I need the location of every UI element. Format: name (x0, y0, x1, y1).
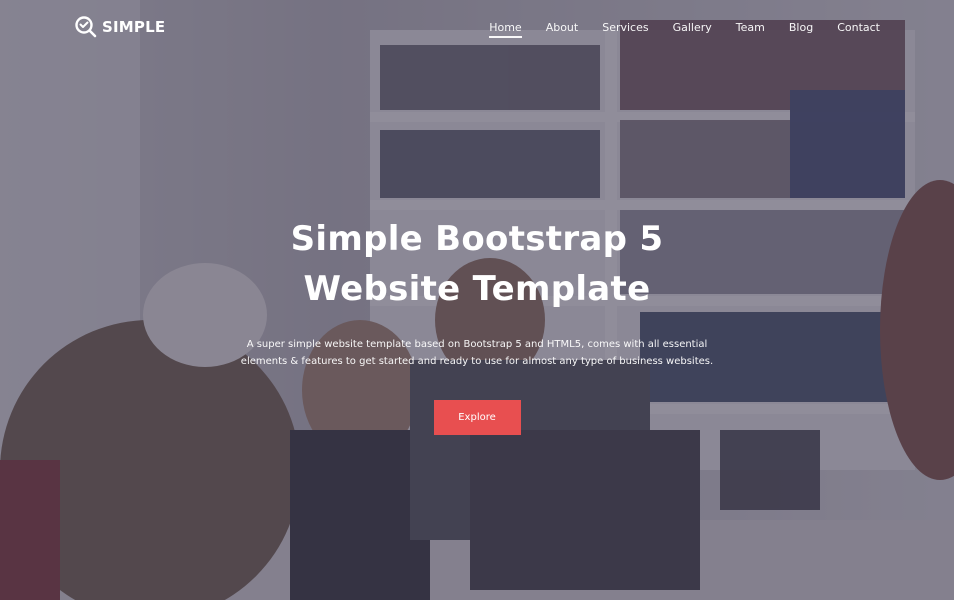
hero-section: SIMPLE Home About Services Gallery Team … (0, 0, 954, 600)
headline-line-1: Simple Bootstrap 5 (290, 219, 664, 259)
brand-name: SIMPLE (102, 18, 166, 36)
nav-item-about[interactable]: About (534, 3, 591, 52)
subtext-line-1: A super simple website template based on… (246, 339, 708, 350)
nav-item-gallery[interactable]: Gallery (661, 3, 724, 52)
nav-item-services[interactable]: Services (590, 3, 660, 52)
navbar: SIMPLE Home About Services Gallery Team … (0, 0, 954, 54)
nav-item-blog[interactable]: Blog (777, 3, 825, 52)
brand-logo-link[interactable]: SIMPLE (74, 15, 165, 39)
hero-content: Simple Bootstrap 5 Website Template A su… (0, 214, 954, 435)
main-nav: Home About Services Gallery Team Blog Co… (477, 3, 892, 52)
headline-line-2: Website Template (303, 269, 651, 309)
hero-headline: Simple Bootstrap 5 Website Template (0, 214, 954, 314)
subtext-line-2: elements & features to get started and r… (240, 356, 714, 367)
nav-item-home[interactable]: Home (477, 3, 533, 52)
nav-item-team[interactable]: Team (724, 3, 777, 52)
explore-button[interactable]: Explore (433, 400, 521, 435)
magnifier-logo-icon (74, 15, 98, 39)
hero-subtext: A super simple website template based on… (217, 336, 737, 370)
nav-item-contact[interactable]: Contact (825, 3, 892, 52)
